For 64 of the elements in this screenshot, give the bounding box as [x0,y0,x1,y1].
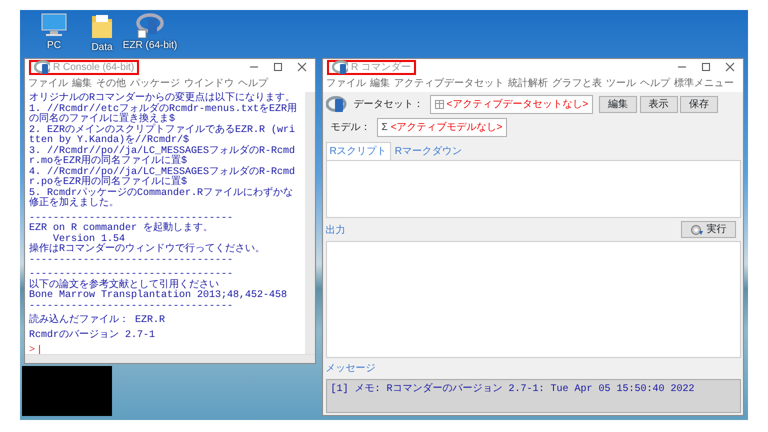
menu-item[interactable]: ツール [606,76,636,91]
logo-icon [332,60,348,74]
menu-item[interactable]: ファイル [326,76,366,91]
icon-label[interactable]: Data [91,40,113,55]
script-editor[interactable] [326,160,740,218]
model-selector[interactable]: Σ <アクティブモデルなし> [376,118,508,136]
window-title: R コマンダー [351,60,411,74]
console-line: 3. //Rcmdr//po//ja/LC_MESSAGESフォルダのR-Rcmdr.moをEZR用の同名ファイルに置$ [29,146,296,167]
logo-icon [34,60,50,74]
icon-label[interactable]: PC [47,38,61,53]
icon-label[interactable]: EZR (64-bit) [122,38,178,53]
menu-item[interactable]: ヘルプ [640,76,670,91]
menu-item[interactable]: ヘルプ [238,76,268,91]
tab[interactable]: Rスクリプト [326,142,391,160]
console-line: ---------------------------------- [29,256,234,266]
computer-icon [40,12,68,38]
scrollbar[interactable] [305,92,315,354]
toolbar-button[interactable]: 編集 [599,96,638,112]
logo-icon [326,95,348,113]
console-line: Rcmdrのバージョン 2.7-1 [29,330,156,341]
dataset-label: データセット： [354,98,424,112]
message-line: [1] メモ: Rコマンダーのバージョン 2.7-1: Tue Apr 05 15:50:40 2022 [330,382,696,396]
model-label: モデル： [330,120,370,134]
console-line: ---------------------------------- [29,270,234,280]
menu-item[interactable]: アクティブデータセット [394,76,504,91]
console-line: Version 1.54 [53,234,126,244]
menu-item[interactable]: 編集 [72,76,92,91]
window-title: R Console (64-bit) [53,60,134,74]
toolbar-button[interactable]: 表示 [640,96,678,112]
menu-item[interactable]: パッケージ [130,76,180,91]
menu-item[interactable]: 標準メニュー [674,76,734,91]
menu-item[interactable]: 統計解析 [508,76,548,91]
logo-icon [136,12,164,38]
scrollbar[interactable] [25,354,315,363]
table-icon [434,100,444,108]
menu-item[interactable]: 編集 [370,76,390,91]
menu-item[interactable]: ファイル [28,76,68,91]
console-line: 読み込んだファイル： EZR.R [29,316,166,326]
console-line: 操作はRコマンダーのウィンドウで行ってください。 [29,245,266,256]
gear-icon [690,224,704,236]
console-line: 5. RcmdrパッケージのCommander.Rファイルにわずかな修正を加えました。 [29,188,294,210]
console-line: Bone Marrow Transplantation 2013;48,452-458 [29,291,288,302]
menu-item[interactable]: その他 [96,76,126,91]
tab[interactable]: Rマークダウン [390,142,466,160]
prompt-symbol: > [29,345,36,354]
console-line: 以下の論文を参考文献として引用ください [29,280,219,290]
dataset-selector[interactable]: <アクティブデータセットなし> [430,94,594,114]
text-cursor [39,345,40,354]
output-label: 出力 [326,224,346,238]
console-line: 4. //Rcmdr//po//ja/LC_MESSAGESフォルダのR-Rcmdr.poをEZR用の同名ファイルに置$ [29,168,296,188]
message-label: メッセージ [326,362,376,376]
console-line: 2. EZRのメインのスクリプトファイルであるEZR.R (written by Y.Kanda)を//Rcmdr/$ [29,126,296,146]
console-line: EZR on R commander を起動します。 [29,224,214,234]
menu-item[interactable]: ウインドウ [184,76,234,91]
maximize-icon [273,62,283,72]
toolbar-button[interactable]: 保存 [680,96,718,112]
console-line: ---------------------------------- [29,302,234,312]
folder-icon [89,12,115,40]
maximize-icon [701,62,711,72]
menu-item[interactable]: グラフと表 [552,76,602,91]
run-button[interactable]: 実行 [681,221,736,238]
console-line: 1. //Rcmdr//etcフォルダのRcmdr-menus.txtをEZR用の同名のファイルに置き換えま$ [29,104,298,125]
close-icon [725,62,735,72]
close-icon [297,62,307,72]
